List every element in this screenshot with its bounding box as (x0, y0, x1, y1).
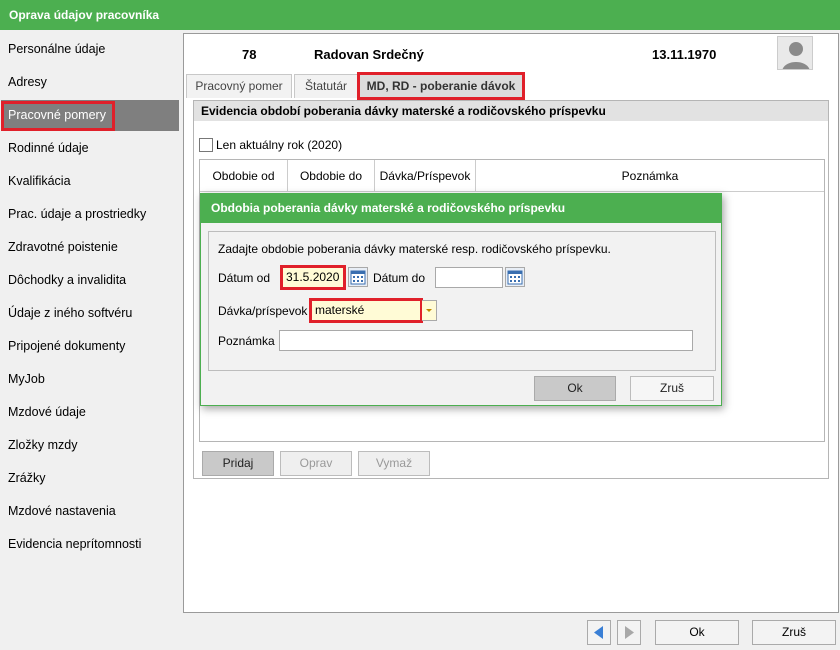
sidebar-item-qualification[interactable]: Kvalifikácia (1, 166, 179, 197)
dialog-cancel-button[interactable]: Zruš (630, 376, 714, 401)
next-button[interactable] (617, 620, 641, 645)
sidebar-item-label: Zrážky (8, 471, 46, 485)
cancel-button[interactable]: Zruš (752, 620, 836, 645)
sidebar-item-label: Pripojené dokumenty (8, 339, 126, 353)
current-year-label: Len aktuálny rok (2020) (216, 137, 343, 152)
date-from-label: Dátum od (218, 271, 271, 285)
column-header[interactable]: Poznámka (476, 160, 824, 192)
arrow-left-icon (594, 626, 603, 639)
sidebar-item-health-insurance[interactable]: Zdravotné poistenie (1, 232, 179, 263)
sidebar-item-label: Evidencia neprítomnosti (8, 537, 142, 551)
benefit-type-select[interactable]: materské (309, 298, 423, 323)
date-from-input[interactable]: 31.5.2020 (280, 265, 346, 290)
employee-id: 78 (242, 47, 257, 62)
tab-employment[interactable]: Pracovný pomer (186, 74, 292, 98)
sidebar-item-personal[interactable]: Personálne údaje (1, 34, 179, 65)
edit-button[interactable]: Oprav (280, 451, 352, 476)
date-to-calendar-button[interactable] (505, 267, 525, 287)
sidebar-item-documents[interactable]: Pripojené dokumenty (1, 331, 179, 362)
chevron-down-icon (426, 309, 432, 312)
sidebar-item-payroll[interactable]: Mzdové údaje (1, 397, 179, 428)
sidebar-item-label: Zdravotné poistenie (8, 240, 118, 254)
column-header[interactable]: Obdobie do (288, 160, 375, 192)
calendar-icon (507, 270, 523, 285)
sidebar-item-pensions[interactable]: Dôchodky a invalidita (1, 265, 179, 296)
calendar-icon (350, 270, 366, 285)
sidebar-item-other-software[interactable]: Údaje z iného softvéru (1, 298, 179, 329)
ok-button[interactable]: Ok (655, 620, 739, 645)
sidebar-item-label: Mzdové nastavenia (8, 504, 116, 518)
previous-button[interactable] (587, 620, 611, 645)
note-label: Poznámka (218, 334, 275, 348)
sidebar-item-label: Adresy (8, 75, 47, 89)
tab-label: Štatutár (304, 79, 348, 93)
sidebar-item-work-data[interactable]: Prac. údaje a prostriedky (1, 199, 179, 230)
tab-label: Pracovný pomer (195, 79, 283, 93)
employee-birth-date: 13.11.1970 (652, 47, 717, 62)
benefit-type-value: materské (315, 303, 365, 317)
sidebar-item-label: Prac. údaje a prostriedky (8, 207, 147, 221)
sidebar-item-addresses[interactable]: Adresy (1, 67, 179, 98)
sidebar-item-family[interactable]: Rodinné údaje (1, 133, 179, 164)
date-from-calendar-button[interactable] (348, 267, 368, 287)
add-button[interactable]: Pridaj (202, 451, 274, 476)
employee-name: Radovan Srdečný (314, 47, 424, 62)
sidebar-item-label: Údaje z iného softvéru (8, 306, 133, 320)
sidebar-item-deductions[interactable]: Zrážky (1, 463, 179, 494)
tab-label: MD, RD - poberanie dávok (366, 79, 516, 93)
date-to-label: Dátum do (373, 271, 426, 285)
benefit-type-dropdown-button[interactable] (422, 300, 437, 321)
sidebar-item-label: Rodinné údaje (8, 141, 89, 155)
sidebar-item-label: Mzdové údaje (8, 405, 86, 419)
sidebar: Personálne údaje Adresy Pracovné pomery … (0, 33, 181, 613)
sidebar-item-employment[interactable]: Pracovné pomery (1, 100, 179, 131)
tab-statutory[interactable]: Štatutár (294, 74, 358, 98)
dialog-ok-button[interactable]: Ok (534, 376, 616, 401)
sidebar-item-absence[interactable]: Evidencia neprítomnosti (1, 529, 179, 560)
sidebar-item-payroll-settings[interactable]: Mzdové nastavenia (1, 496, 179, 527)
column-header[interactable]: Obdobie od (200, 160, 288, 192)
date-to-input[interactable] (435, 267, 503, 288)
sidebar-item-label: Kvalifikácia (8, 174, 71, 188)
window-title: Oprava údajov pracovníka (0, 0, 840, 30)
benefit-type-label: Dávka/príspevok (218, 304, 308, 318)
sidebar-item-label: Dôchodky a invalidita (8, 273, 127, 287)
sidebar-item-myjob[interactable]: MyJob (1, 364, 179, 395)
dialog-form: Zadajte obdobie poberania dávky materské… (208, 231, 716, 371)
dialog-title: Obdobia poberania dávky materské a rodič… (201, 194, 721, 223)
benefit-period-dialog: Obdobia poberania dávky materské a rodič… (200, 193, 722, 406)
delete-button[interactable]: Vymaž (358, 451, 430, 476)
sidebar-item-label: Zložky mzdy (8, 438, 78, 452)
avatar (777, 36, 813, 70)
note-input[interactable] (279, 330, 693, 351)
table-header: Obdobie od Obdobie do Dávka/Príspevok Po… (200, 160, 824, 192)
arrow-right-icon (625, 626, 634, 639)
sidebar-item-wage-components[interactable]: Zložky mzdy (1, 430, 179, 461)
sidebar-item-label: MyJob (8, 372, 45, 386)
panel-title: Evidencia období poberania dávky matersk… (194, 101, 828, 121)
current-year-filter: Len aktuálny rok (2020) (199, 137, 342, 153)
current-year-checkbox[interactable] (199, 137, 213, 152)
sidebar-item-label: Pracovné pomery (1, 101, 115, 131)
sidebar-item-label: Personálne údaje (8, 42, 106, 56)
column-header[interactable]: Dávka/Príspevok (375, 160, 476, 192)
dialog-instruction: Zadajte obdobie poberania dávky materské… (218, 242, 611, 256)
tab-maternity-benefits[interactable]: MD, RD - poberanie dávok (357, 72, 525, 100)
